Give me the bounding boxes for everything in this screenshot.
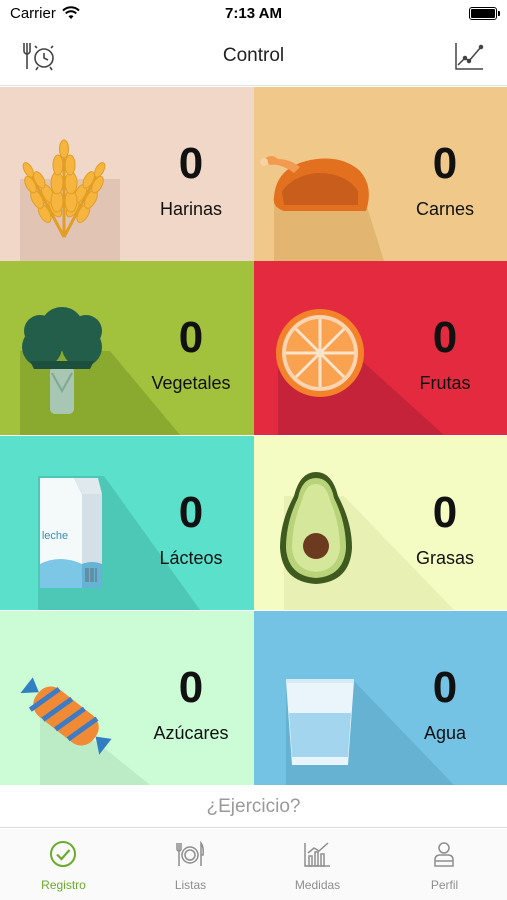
agua-count: 0 (432, 663, 458, 712)
lacteos-label: Lácteos (159, 548, 223, 568)
navigation-bar: Control (0, 28, 507, 86)
harinas-count: 0 (178, 139, 204, 188)
person-icon (434, 842, 454, 867)
tile-azucares[interactable]: 0 Azúcares (0, 611, 254, 785)
tab-bar: Registro Listas Medidas Perfil (0, 829, 507, 900)
tile-carnes[interactable]: 0 Carnes (254, 87, 507, 261)
carnes-label: Carnes (415, 199, 475, 219)
azucares-label: Azúcares (153, 723, 229, 743)
battery-icon (469, 7, 500, 20)
tile-grasas[interactable]: 0 Grasas (254, 436, 507, 610)
agua-label: Agua (423, 723, 467, 743)
tile-harinas[interactable]: 0 Harinas (0, 87, 254, 261)
exercise-button[interactable]: ¿Ejercicio? (0, 786, 507, 828)
vegetales-label: Vegetales (151, 373, 231, 393)
azucares-count: 0 (178, 663, 204, 712)
tab-medidas-label: Medidas (294, 878, 341, 892)
carnes-count: 0 (432, 139, 458, 188)
status-bar: Carrier 7:13 AM (0, 0, 507, 28)
vegetales-count: 0 (178, 313, 204, 362)
check-circle-icon (50, 841, 76, 867)
line-chart-icon[interactable] (453, 40, 485, 72)
plate-cutlery-icon (176, 840, 204, 866)
grasas-count: 0 (432, 488, 458, 537)
page-title: Control (222, 45, 285, 66)
tile-agua[interactable]: 0 Agua (254, 611, 507, 785)
tab-medidas[interactable]: Medidas (254, 829, 381, 900)
leche-text: leche (42, 530, 68, 542)
tab-listas-label: Listas (174, 878, 207, 892)
tile-lacteos[interactable]: leche 0 Lácteos (0, 436, 254, 610)
lacteos-count: 0 (178, 488, 204, 537)
tile-frutas[interactable]: 0 Frutas (254, 261, 507, 435)
tab-perfil[interactable]: Perfil (381, 829, 507, 900)
tab-registro-label: Registro (41, 878, 86, 892)
grasas-label: Grasas (415, 548, 475, 568)
food-group-grid: 0 Harinas 0 Carnes 0 Vegetales 0 Frutas … (0, 87, 507, 785)
tab-registro[interactable]: Registro (0, 829, 127, 900)
harinas-label: Harinas (159, 199, 223, 219)
frutas-count: 0 (432, 313, 458, 362)
frutas-label: Frutas (419, 373, 471, 393)
clock: 7:13 AM (225, 5, 282, 22)
bar-chart-icon (304, 842, 330, 867)
tab-listas[interactable]: Listas (127, 829, 254, 900)
tab-perfil-label: Perfil (430, 878, 459, 892)
tile-vegetales[interactable]: 0 Vegetales (0, 261, 254, 435)
